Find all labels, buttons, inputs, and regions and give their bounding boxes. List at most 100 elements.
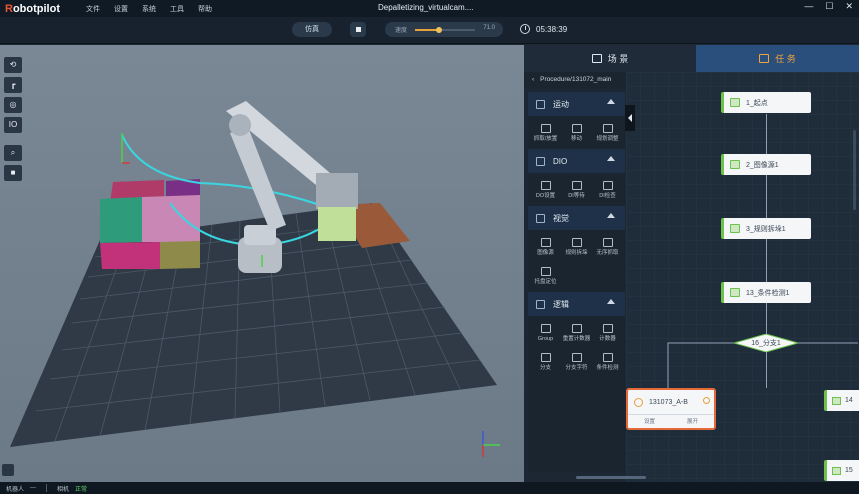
palette-item-pick-place[interactable]: 抓取/放置 [530, 124, 561, 143]
palette-item-depalletize[interactable]: 规则拆垛 [561, 238, 592, 257]
speed-track [415, 29, 475, 31]
robot-joint [229, 114, 251, 136]
status-dot-icon [703, 397, 710, 404]
reset-counter-icon [571, 324, 582, 333]
procedure-breadcrumb[interactable]: ‹ Procedure/131072_main [524, 72, 628, 88]
palette-item-group[interactable]: Group [530, 324, 561, 343]
image-icon [540, 238, 551, 247]
right-panel-tabs: 场 景 任 务 [524, 45, 859, 72]
section-vision[interactable]: 视觉 [528, 206, 625, 230]
collapse-icon[interactable] [607, 299, 615, 304]
do-icon [540, 181, 551, 190]
flow-node-image-source[interactable]: 2_图像源1 [721, 154, 811, 175]
robot-pose-icon[interactable]: ┏ [4, 77, 22, 93]
stop-button[interactable] [350, 22, 366, 37]
group-settings-button[interactable]: 设置 [628, 415, 671, 428]
scene-render [10, 101, 500, 457]
move-icon [571, 124, 582, 133]
section-logic[interactable]: 逻辑 [528, 292, 625, 316]
close-button[interactable]: ✕ [845, 1, 853, 12]
palette-item-tray-locate[interactable]: 托盘定位 [530, 267, 561, 286]
menu-file[interactable]: 文件 [86, 4, 100, 14]
status-divider [46, 484, 48, 492]
menu-bar: 文件 设置 系统 工具 帮助 [86, 4, 212, 14]
collapse-palette-button[interactable] [625, 105, 635, 131]
box [160, 241, 200, 269]
minimize-button[interactable]: — [804, 1, 813, 12]
flow-canvas[interactable]: 1_起点 2_图像源1 3_规则拆垛1 13_条件检测1 16_分支1 1310… [626, 72, 859, 482]
logic-icon [536, 299, 545, 309]
reset-view-icon[interactable]: ⟲ [4, 57, 22, 73]
depalletize-icon [571, 238, 582, 247]
condition-icon [730, 288, 740, 297]
app-logo: Robotpilot [5, 2, 60, 15]
palette-item-plan[interactable]: 规划调整 [592, 124, 623, 143]
simulation-mode-button[interactable]: 仿真 [292, 22, 332, 37]
tab-scene[interactable]: 场 景 [524, 45, 696, 72]
menu-help[interactable]: 帮助 [198, 4, 212, 14]
task-tab-icon [759, 54, 770, 63]
collapse-icon[interactable] [607, 99, 615, 104]
io-button[interactable]: IO [4, 117, 22, 133]
3d-viewport[interactable]: ⟲ ┏ ◎ IO ⌕ ■ [0, 45, 524, 482]
palette-item-do-set[interactable]: DO设置 [530, 181, 561, 200]
flow-node-condition[interactable]: 13_条件检测1 [721, 282, 811, 303]
node-icon [832, 466, 841, 475]
branch-icon [540, 353, 551, 362]
tab-task[interactable]: 任 务 [696, 45, 859, 72]
zoom-icon[interactable]: ⌕ [4, 145, 22, 161]
title-bar: Robotpilot 文件 设置 系统 工具 帮助 Depalletizing_… [0, 0, 859, 17]
palette-item-di-wait[interactable]: DI等待 [561, 181, 592, 200]
group-expand-button[interactable]: 展开 [671, 415, 714, 428]
refresh-icon[interactable]: ◎ [4, 97, 22, 113]
speed-knob[interactable] [436, 27, 442, 33]
menu-system[interactable]: 系统 [142, 4, 156, 14]
palette-item-image-source[interactable]: 图像源 [530, 238, 561, 257]
flow-node-branch[interactable]: 16_分支1 [734, 334, 798, 352]
image-icon [730, 160, 740, 169]
depalletize-icon [730, 224, 740, 233]
menu-tools[interactable]: 工具 [170, 4, 184, 14]
robot-status-label: 机器人 [6, 486, 25, 493]
palette-item-branch-string[interactable]: 分支字符 [561, 353, 592, 372]
palette-item-reset-counter[interactable]: 重置计数器 [561, 324, 592, 343]
counter-icon [602, 324, 613, 333]
cube-view-icon[interactable]: ■ [4, 165, 22, 181]
palette-item-branch[interactable]: 分支 [530, 353, 561, 372]
speed-slider[interactable]: 速度 71.0 [385, 22, 503, 37]
flow-node-group[interactable]: 131073_A-B 设置 展开 [626, 388, 716, 430]
camera-status-value: 正常 [75, 486, 88, 493]
flow-node-partial[interactable]: 14 [824, 390, 859, 411]
di-check-icon [602, 181, 613, 190]
node-palette: 运动 抓取/放置 移动 规划调整 DIO DO设置 DI等待 DI检查 视觉 图… [528, 92, 625, 472]
collapse-icon[interactable] [607, 156, 615, 161]
flow-node-partial[interactable]: 15 [824, 460, 859, 481]
scene-tab-icon [591, 54, 602, 63]
section-motion[interactable]: 运动 [528, 92, 625, 116]
flow-node-start[interactable]: 1_起点 [721, 92, 811, 113]
window-controls: — ☐ ✕ [804, 1, 853, 12]
flow-node-depalletize[interactable]: 3_规则拆垛1 [721, 218, 811, 239]
viewport-tools: ⟲ ┏ ◎ IO ⌕ ■ [4, 57, 22, 181]
vertical-scrollbar[interactable] [853, 130, 856, 210]
palette-item-condition-check[interactable]: 条件检测 [592, 353, 623, 372]
section-dio[interactable]: DIO [528, 149, 625, 173]
palette-item-random-pick[interactable]: 无序抓取 [592, 238, 623, 257]
branch-string-icon [571, 353, 582, 362]
palette-item-counter[interactable]: 计数器 [592, 324, 623, 343]
maximize-button[interactable]: ☐ [825, 1, 833, 12]
menu-settings[interactable]: 设置 [114, 4, 128, 14]
palette-item-di-check[interactable]: DI检查 [592, 181, 623, 200]
collapse-icon[interactable] [607, 213, 615, 218]
start-icon [730, 98, 740, 107]
robot-status-value: --- [30, 485, 37, 491]
clock-icon [520, 24, 530, 34]
plan-icon [602, 124, 613, 133]
palette-item-move[interactable]: 移动 [561, 124, 592, 143]
camera-icon [536, 213, 545, 223]
horizontal-scrollbar[interactable] [576, 476, 646, 479]
toolbar: 仿真 速度 71.0 05:38:39 [0, 17, 859, 44]
chevron-left-icon[interactable]: ‹ [532, 76, 534, 83]
view-corner-icon[interactable] [2, 464, 14, 476]
random-pick-icon [602, 238, 613, 247]
